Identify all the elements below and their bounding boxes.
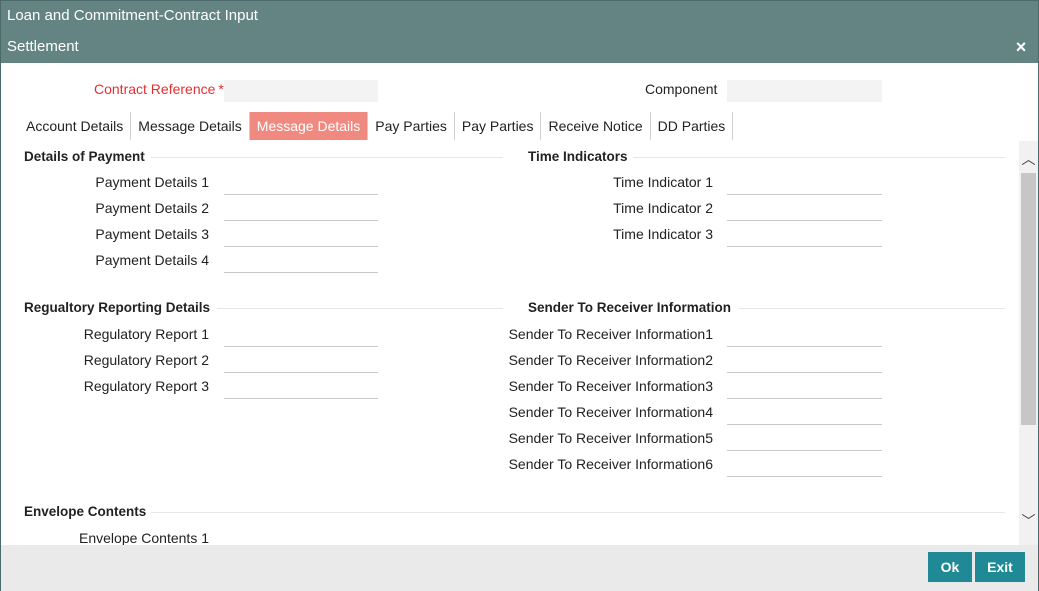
field-label: Payment Details 1 bbox=[95, 174, 209, 190]
scrollbar-thumb[interactable] bbox=[1021, 173, 1036, 425]
regulatory-report-1-input[interactable] bbox=[224, 323, 378, 347]
section-divider bbox=[151, 512, 1005, 513]
sender-info-1-input[interactable] bbox=[727, 323, 882, 347]
field-label: Sender To Receiver Information2 bbox=[508, 352, 713, 368]
dialog-subtitle: Settlement bbox=[7, 38, 79, 55]
field-label: Payment Details 4 bbox=[95, 252, 209, 268]
field-label: Sender To Receiver Information1 bbox=[508, 326, 713, 342]
payment-details-2-input[interactable] bbox=[224, 197, 378, 221]
section-title-payment: Details of Payment bbox=[24, 149, 145, 164]
tab-dd-parties[interactable]: DD Parties bbox=[651, 112, 734, 140]
payment-details-1-input[interactable] bbox=[224, 171, 378, 195]
field-label: Time Indicator 3 bbox=[613, 226, 713, 242]
exit-button[interactable]: Exit bbox=[975, 552, 1025, 582]
section-divider bbox=[633, 157, 1005, 158]
component-field[interactable] bbox=[727, 80, 882, 102]
section-divider bbox=[217, 308, 503, 309]
sender-info-5-input[interactable] bbox=[727, 427, 882, 451]
field-label: Envelope Contents 1 bbox=[79, 530, 209, 546]
time-indicator-2-input[interactable] bbox=[727, 197, 882, 221]
contract-reference-field[interactable] bbox=[224, 80, 378, 102]
section-title-time: Time Indicators bbox=[528, 149, 628, 164]
payment-details-4-input[interactable] bbox=[224, 249, 378, 273]
dialog-footer bbox=[1, 545, 1038, 591]
tab-account-details[interactable]: Account Details bbox=[19, 112, 132, 140]
dialog-subtitle-bar: Settlement × bbox=[1, 31, 1038, 63]
sender-info-3-input[interactable] bbox=[727, 375, 882, 399]
field-label: Payment Details 3 bbox=[95, 226, 209, 242]
field-label: Sender To Receiver Information4 bbox=[508, 404, 713, 420]
field-label: Regulatory Report 1 bbox=[83, 326, 209, 342]
field-label: Sender To Receiver Information6 bbox=[508, 456, 713, 472]
chevron-up-icon[interactable]: ︿ bbox=[1019, 149, 1038, 169]
section-divider bbox=[738, 308, 1005, 309]
field-label: Regulatory Report 2 bbox=[83, 352, 209, 368]
contract-reference-label: Contract Reference * bbox=[94, 81, 224, 97]
payment-details-3-input[interactable] bbox=[224, 223, 378, 247]
close-icon[interactable]: × bbox=[1012, 31, 1030, 63]
window-title: Loan and Commitment-Contract Input bbox=[1, 1, 1038, 31]
field-label: Sender To Receiver Information3 bbox=[508, 378, 713, 394]
sender-info-2-input[interactable] bbox=[727, 349, 882, 373]
field-label: Payment Details 2 bbox=[95, 200, 209, 216]
sender-info-4-input[interactable] bbox=[727, 401, 882, 425]
section-title-regulatory: Regualtory Reporting Details bbox=[24, 300, 211, 315]
component-label: Component bbox=[645, 81, 718, 97]
chevron-down-icon[interactable]: ﹀ bbox=[1019, 511, 1038, 531]
section-title-envelope: Envelope Contents bbox=[24, 504, 147, 519]
ok-button[interactable]: Ok bbox=[928, 552, 972, 582]
time-indicator-1-input[interactable] bbox=[727, 171, 882, 195]
time-indicator-3-input[interactable] bbox=[727, 223, 882, 247]
tab-receive-notice[interactable]: Receive Notice bbox=[541, 112, 651, 140]
field-label: Regulatory Report 3 bbox=[83, 378, 209, 394]
field-label: Sender To Receiver Information5 bbox=[508, 430, 713, 446]
contract-reference-label-text: Contract Reference bbox=[94, 81, 216, 97]
field-label: Time Indicator 1 bbox=[613, 174, 713, 190]
sender-info-6-input[interactable] bbox=[727, 453, 882, 477]
section-divider bbox=[151, 157, 503, 158]
field-label: Time Indicator 2 bbox=[613, 200, 713, 216]
tab-message-details-active[interactable]: Message Details bbox=[249, 112, 369, 140]
section-title-sender: Sender To Receiver Information bbox=[528, 300, 732, 315]
regulatory-report-2-input[interactable] bbox=[224, 349, 378, 373]
tab-bar: Account Details Message Details Message … bbox=[19, 112, 734, 140]
tab-pay-parties-2[interactable]: Pay Parties bbox=[455, 112, 542, 140]
tab-message-details[interactable]: Message Details bbox=[131, 112, 250, 140]
settlement-dialog: Loan and Commitment-Contract Input Settl… bbox=[0, 0, 1039, 591]
tab-pay-parties[interactable]: Pay Parties bbox=[368, 112, 455, 140]
regulatory-report-3-input[interactable] bbox=[224, 375, 378, 399]
